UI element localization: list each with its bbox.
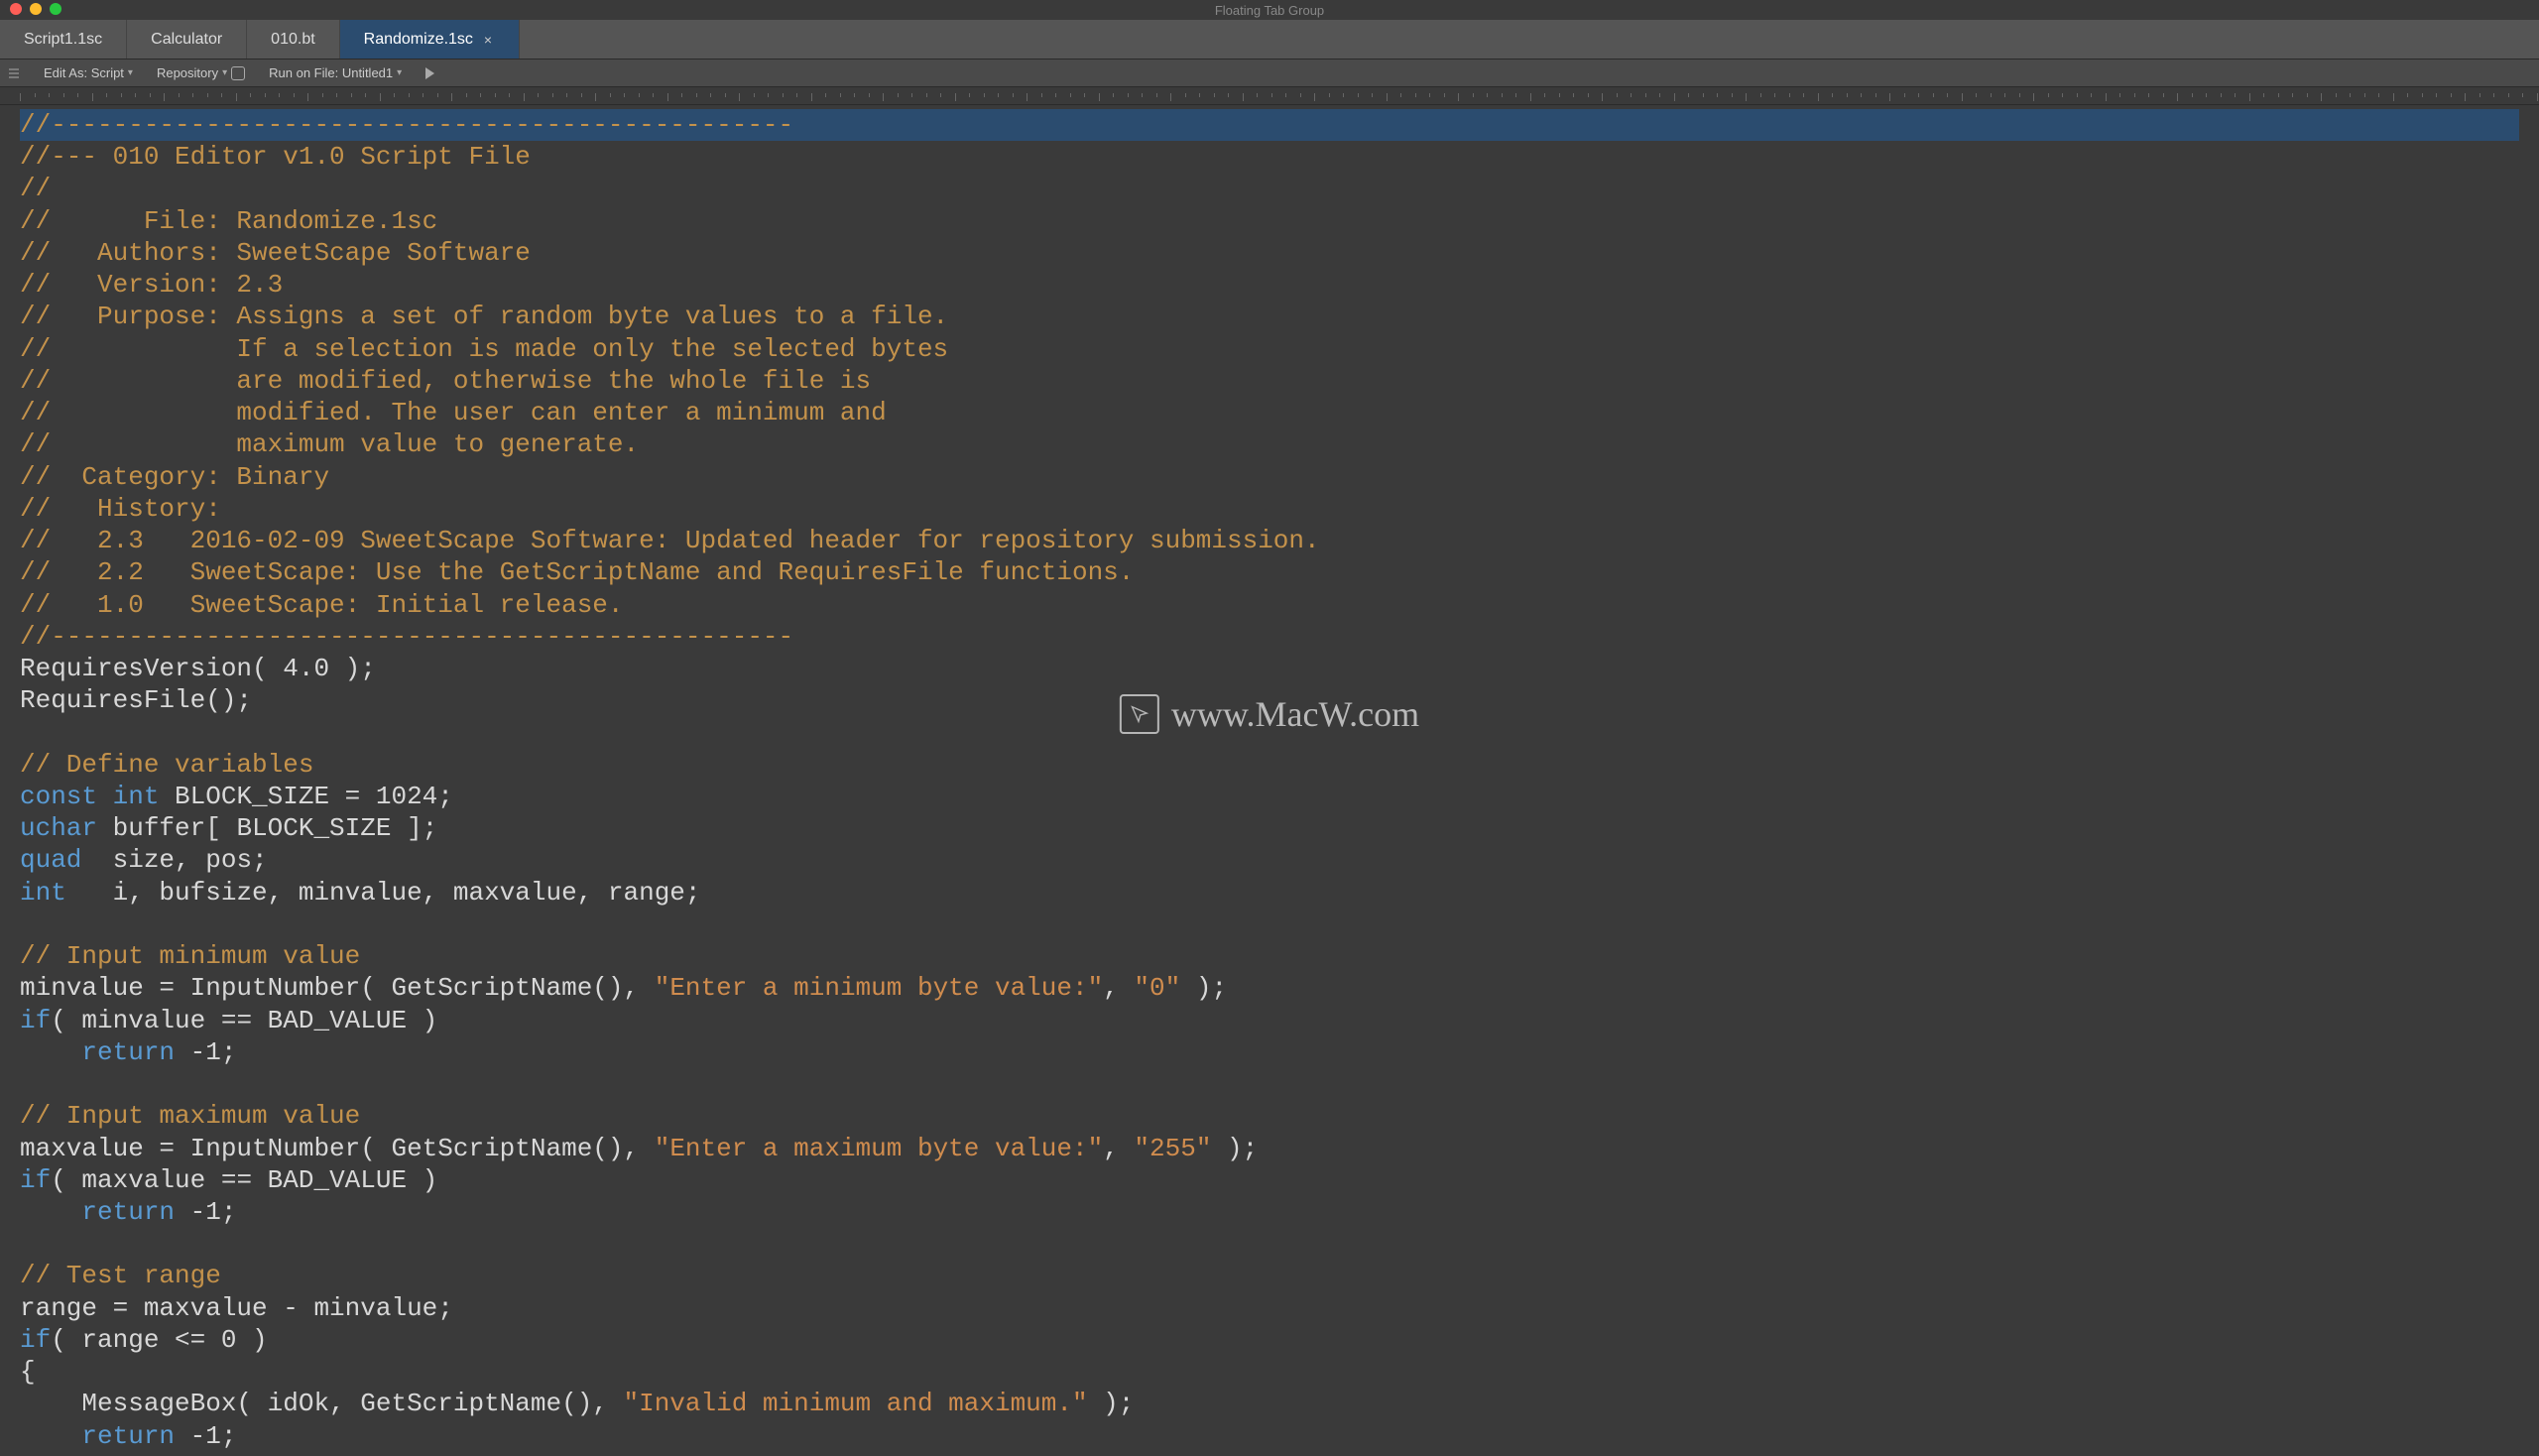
chevron-down-icon: ▾ — [397, 67, 402, 78]
code-line[interactable]: uchar buffer[ BLOCK_SIZE ]; — [20, 812, 2519, 844]
code-line[interactable]: //--- 010 Editor v1.0 Script File — [20, 141, 2519, 173]
column-ruler — [0, 87, 2539, 105]
code-line[interactable]: // 1.0 SweetScape: Initial release. — [20, 589, 2519, 621]
code-line[interactable]: if( minvalue == BAD_VALUE ) — [20, 1005, 2519, 1036]
code-line[interactable]: // History: — [20, 493, 2519, 525]
code-line[interactable]: quad size, pos; — [20, 844, 2519, 876]
code-line[interactable]: // Input minimum value — [20, 940, 2519, 972]
code-line[interactable]: MessageBox( idOk, GetScriptName(), "Inva… — [20, 1388, 2519, 1419]
tab-calculator[interactable]: Calculator — [127, 20, 247, 59]
close-window-button[interactable] — [10, 3, 22, 15]
code-line[interactable]: // 2.3 2016-02-09 SweetScape Software: U… — [20, 525, 2519, 556]
code-line[interactable]: // Test range — [20, 1260, 2519, 1291]
code-line[interactable] — [20, 1068, 2519, 1100]
maximize-window-button[interactable] — [50, 3, 61, 15]
chevron-down-icon: ▾ — [128, 67, 133, 78]
menu-icon[interactable] — [8, 67, 20, 79]
code-line[interactable]: minvalue = InputNumber( GetScriptName(),… — [20, 972, 2519, 1004]
code-line[interactable]: return -1; — [20, 1420, 2519, 1452]
code-line[interactable]: // Version: 2.3 — [20, 269, 2519, 301]
code-line[interactable]: // are modified, otherwise the whole fil… — [20, 365, 2519, 397]
code-line[interactable]: // 2.2 SweetScape: Use the GetScriptName… — [20, 556, 2519, 588]
code-line[interactable]: // File: Randomize.1sc — [20, 205, 2519, 237]
tab-script1[interactable]: Script1.1sc — [0, 20, 127, 59]
code-line[interactable] — [20, 716, 2519, 748]
code-line[interactable]: RequiresVersion( 4.0 ); — [20, 653, 2519, 684]
code-line[interactable]: // modified. The user can enter a minimu… — [20, 397, 2519, 428]
tab-bar: Script1.1sc Calculator 010.bt Randomize.… — [0, 20, 2539, 60]
code-line[interactable]: // If a selection is made only the selec… — [20, 333, 2519, 365]
code-line[interactable]: return -1; — [20, 1196, 2519, 1228]
window-title: Floating Tab Group — [1215, 3, 1324, 18]
code-line[interactable] — [20, 909, 2519, 940]
tab-010bt[interactable]: 010.bt — [247, 20, 339, 59]
code-line[interactable]: if( range <= 0 ) — [20, 1324, 2519, 1356]
code-editor[interactable]: //--------------------------------------… — [0, 105, 2539, 1456]
code-line[interactable]: RequiresFile(); — [20, 684, 2519, 716]
code-line[interactable]: range = maxvalue - minvalue; — [20, 1292, 2519, 1324]
code-line[interactable]: // Category: Binary — [20, 461, 2519, 493]
code-line[interactable]: { — [20, 1356, 2519, 1388]
code-line[interactable]: // Purpose: Assigns a set of random byte… — [20, 301, 2519, 332]
close-tab-icon[interactable]: × — [481, 33, 495, 47]
code-line[interactable]: return -1; — [20, 1036, 2519, 1068]
code-line[interactable]: // Authors: SweetScape Software — [20, 237, 2519, 269]
edit-as-dropdown[interactable]: Edit As: Script▾ — [44, 65, 133, 80]
code-line[interactable]: // — [20, 173, 2519, 204]
chevron-down-icon: ▾ — [222, 67, 227, 78]
repository-icon — [231, 66, 245, 80]
play-icon — [425, 67, 434, 79]
run-button[interactable] — [425, 67, 434, 79]
run-on-file-dropdown[interactable]: Run on File: Untitled1▾ — [269, 65, 402, 80]
code-line[interactable]: int i, bufsize, minvalue, maxvalue, rang… — [20, 877, 2519, 909]
code-line[interactable]: // Define variables — [20, 749, 2519, 781]
code-line[interactable]: // Input maximum value — [20, 1100, 2519, 1132]
code-line[interactable]: //--------------------------------------… — [20, 109, 2519, 141]
code-line[interactable]: //--------------------------------------… — [20, 621, 2519, 653]
code-line[interactable]: const int BLOCK_SIZE = 1024; — [20, 781, 2519, 812]
code-line[interactable]: maxvalue = InputNumber( GetScriptName(),… — [20, 1133, 2519, 1164]
repository-dropdown[interactable]: Repository▾ — [157, 65, 245, 80]
code-line[interactable]: // maximum value to generate. — [20, 428, 2519, 460]
code-line[interactable] — [20, 1228, 2519, 1260]
traffic-lights — [10, 3, 61, 15]
window-titlebar: Floating Tab Group — [0, 0, 2539, 20]
tab-randomize[interactable]: Randomize.1sc × — [340, 20, 520, 59]
toolbar: Edit As: Script▾ Repository▾ Run on File… — [0, 60, 2539, 87]
code-line[interactable]: if( maxvalue == BAD_VALUE ) — [20, 1164, 2519, 1196]
minimize-window-button[interactable] — [30, 3, 42, 15]
